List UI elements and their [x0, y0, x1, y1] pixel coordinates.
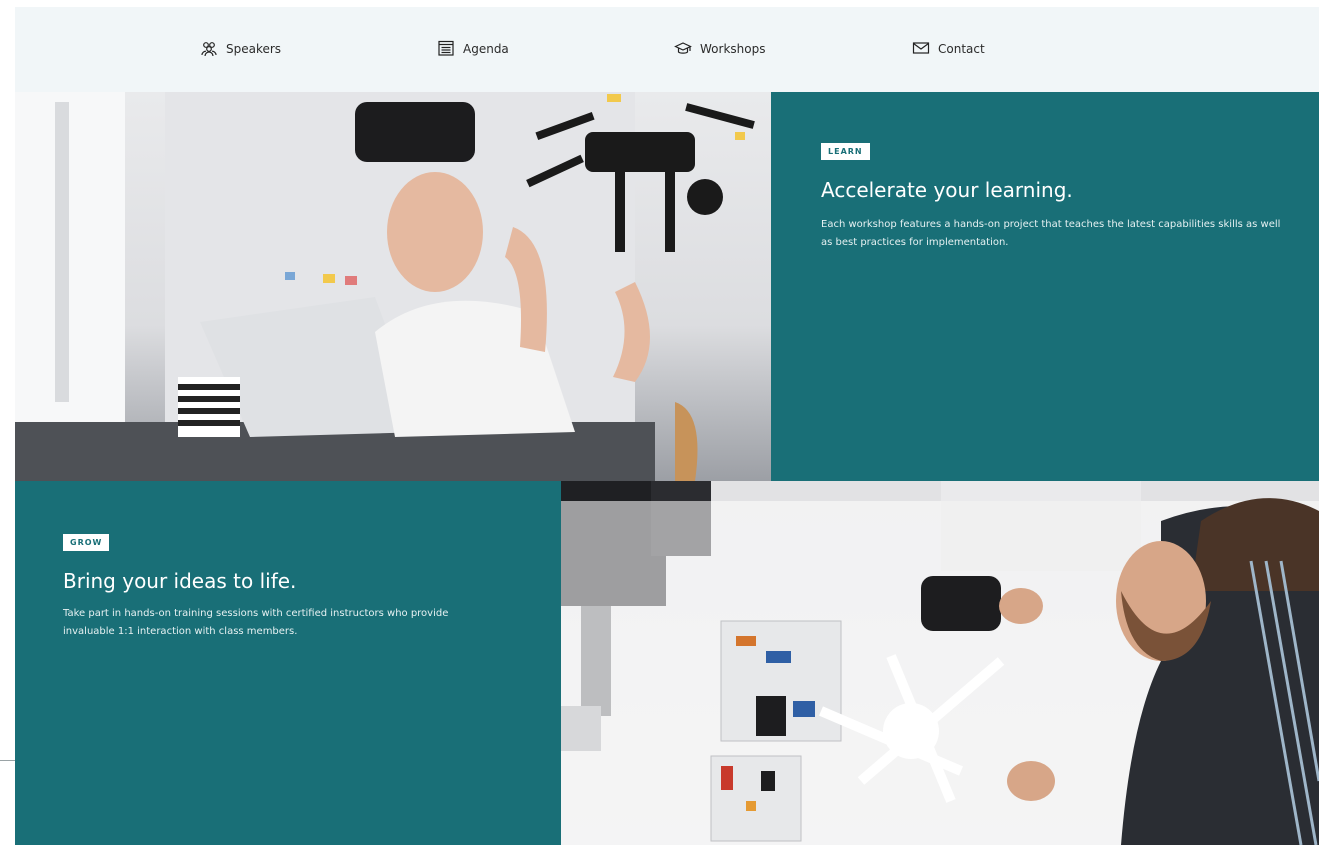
learn-section: LEARN Accelerate your learning. Each wor… [771, 92, 1319, 481]
section-body-grow: Take part in hands-on training sessions … [63, 608, 449, 637]
nav-workshops-label: Workshops [700, 42, 766, 56]
section-tag-learn: LEARN [821, 143, 870, 160]
nav-agenda[interactable]: Agenda [437, 38, 509, 60]
hero-photo-drone-workshop [561, 481, 1319, 845]
nav-agenda-label: Agenda [463, 42, 509, 56]
nav-speakers-label: Speakers [226, 42, 282, 56]
section-headline-learn: Accelerate your learning. [821, 178, 1073, 202]
mail-icon [912, 39, 930, 60]
nav-speakers[interactable]: Speakers [200, 38, 281, 60]
graduation-cap-icon [674, 39, 692, 60]
hero-photo-vr-drone [15, 92, 771, 481]
section-tag-grow: GROW [63, 534, 110, 551]
page: Speakers Agenda Workshops Contact LEARN … [15, 7, 1319, 845]
top-navigation: Speakers Agenda Workshops Contact [15, 7, 1319, 92]
section-headline-grow: Bring your ideas to life. [63, 569, 297, 593]
grow-section: GROW Bring your ideas to life. Take part… [15, 481, 561, 845]
nav-workshops[interactable]: Workshops [674, 38, 765, 60]
page-edge-divider [0, 760, 15, 761]
section-body-learn: Each workshop features a hands-on projec… [821, 219, 1281, 248]
nav-contact-label: Contact [938, 42, 985, 56]
people-icon [200, 39, 218, 60]
nav-contact[interactable]: Contact [912, 38, 985, 60]
drone-workshop-illustration [561, 481, 1319, 845]
calendar-icon [437, 39, 455, 60]
vr-drone-illustration [15, 92, 755, 481]
